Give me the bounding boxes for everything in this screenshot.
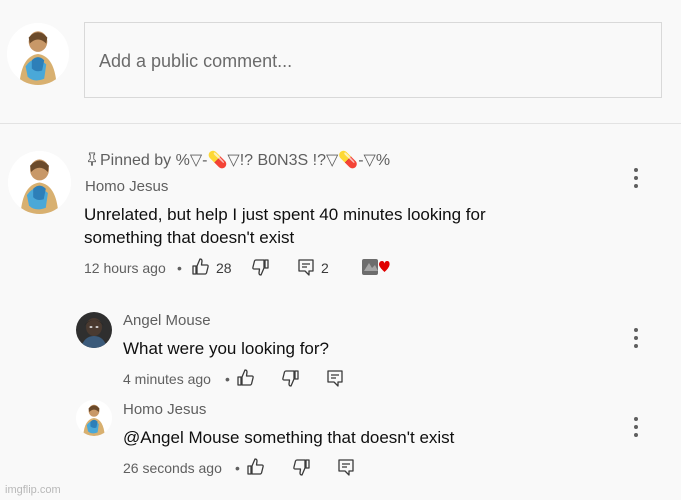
reply-icon[interactable] xyxy=(325,368,345,388)
creator-heart-icon xyxy=(362,258,390,276)
separator-dot: • xyxy=(225,371,230,387)
like-icon[interactable] xyxy=(246,457,266,477)
reply-count: 2 xyxy=(321,260,329,276)
reply-icon[interactable] xyxy=(336,457,356,477)
divider xyxy=(0,123,681,124)
comment-text-line-1: Unrelated, but help I just spent 40 minu… xyxy=(84,205,486,224)
reply-avatar[interactable] xyxy=(76,400,112,436)
more-options-icon[interactable] xyxy=(633,168,639,192)
dislike-icon[interactable] xyxy=(291,457,311,477)
pinned-text: Pinned by %▽-💊▽!? B0N3S !?▽💊-▽% xyxy=(100,152,391,169)
pinned-label: Pinned by %▽-💊▽!? B0N3S !?▽💊-▽% xyxy=(86,150,390,171)
comment-timestamp[interactable]: 12 hours ago xyxy=(84,260,166,276)
pin-icon xyxy=(86,152,98,171)
reply-text: What were you looking for? xyxy=(123,339,329,358)
comment-input-box[interactable] xyxy=(84,22,662,98)
like-icon[interactable] xyxy=(236,368,256,388)
more-options-icon[interactable] xyxy=(633,417,639,441)
comment-author[interactable]: Homo Jesus xyxy=(85,178,168,195)
more-options-icon[interactable] xyxy=(633,328,639,352)
reply-author[interactable]: Homo Jesus xyxy=(123,401,206,418)
like-icon[interactable] xyxy=(191,257,211,277)
reply-timestamp[interactable]: 26 seconds ago xyxy=(123,460,222,476)
user-avatar xyxy=(7,23,69,85)
reply-timestamp[interactable]: 4 minutes ago xyxy=(123,371,211,387)
reply-text: @Angel Mouse something that doesn't exis… xyxy=(123,428,455,447)
reply-avatar[interactable] xyxy=(76,312,112,348)
like-count: 28 xyxy=(216,260,232,276)
reply-icon[interactable] xyxy=(296,257,316,277)
comment-input[interactable] xyxy=(97,47,641,75)
dislike-icon[interactable] xyxy=(250,257,270,277)
commenter-avatar[interactable] xyxy=(8,151,71,214)
watermark: imgflip.com xyxy=(5,484,61,496)
separator-dot: • xyxy=(177,260,182,276)
dislike-icon[interactable] xyxy=(280,368,300,388)
comment-text-line-2: something that doesn't exist xyxy=(84,228,295,247)
reply-author[interactable]: Angel Mouse xyxy=(123,312,211,329)
separator-dot: • xyxy=(235,460,240,476)
